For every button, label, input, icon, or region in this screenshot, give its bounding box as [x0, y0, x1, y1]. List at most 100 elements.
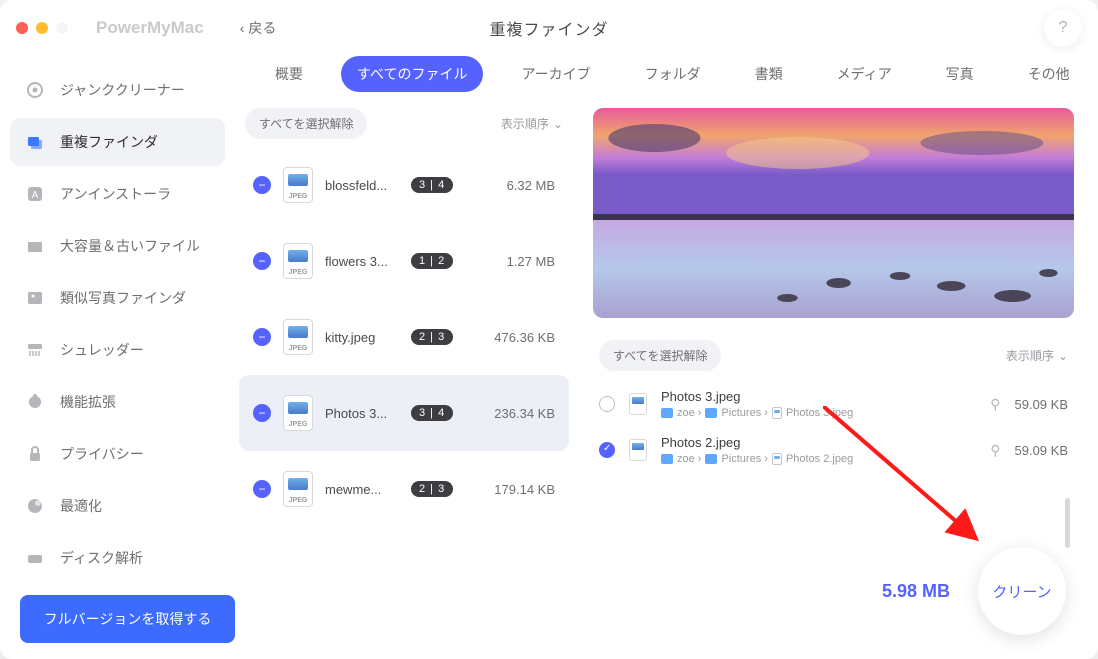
minus-icon[interactable]: −	[253, 480, 271, 498]
sidebar-item-optimize[interactable]: 最適化	[10, 482, 225, 530]
detail-file-size: 59.09 KB	[1015, 443, 1069, 458]
folder-icon	[661, 408, 673, 418]
list-row[interactable]: − JPEG Photos 3... 3 | 4 236.34 KB	[239, 375, 569, 451]
sidebar-item-junk[interactable]: ジャンククリーナー	[10, 66, 225, 114]
scrollbar[interactable]	[1065, 498, 1070, 548]
jpeg-file-icon: JPEG	[283, 167, 313, 203]
app-icon: A	[24, 183, 46, 205]
jpeg-file-icon: JPEG	[283, 471, 313, 507]
file-name: Photos 3...	[325, 406, 399, 421]
sidebar-item-label: プライバシー	[60, 444, 144, 464]
close-window-button[interactable]	[16, 22, 28, 34]
tab-archives[interactable]: アーカイブ	[505, 56, 606, 92]
tab-media[interactable]: メディア	[821, 56, 908, 92]
minimize-window-button[interactable]	[36, 22, 48, 34]
file-name: blossfeld...	[325, 178, 399, 193]
checkbox[interactable]	[599, 396, 615, 412]
tab-folders[interactable]: フォルダ	[629, 56, 717, 92]
sidebar-item-label: ジャンククリーナー	[60, 80, 185, 100]
sidebar-item-label: 重複ファインダ	[60, 132, 158, 152]
tab-all-files[interactable]: すべてのファイル	[341, 56, 483, 92]
jpeg-file-icon: JPEG	[283, 319, 313, 355]
sidebar-item-privacy[interactable]: プライバシー	[10, 430, 225, 478]
jpeg-file-icon	[629, 393, 647, 415]
minus-icon[interactable]: −	[253, 176, 271, 194]
minus-icon[interactable]: −	[253, 404, 271, 422]
chevron-down-icon: ⌄	[553, 117, 563, 131]
minus-icon[interactable]: −	[253, 328, 271, 346]
file-name: mewme...	[325, 482, 399, 497]
folder-icon	[705, 408, 717, 418]
minus-icon[interactable]: −	[253, 252, 271, 270]
total-selected-size: 5.98 MB	[882, 581, 950, 602]
checkbox[interactable]	[599, 442, 615, 458]
traffic-lights	[16, 22, 68, 34]
tab-overview[interactable]: 概要	[259, 56, 319, 92]
detail-sort-dropdown[interactable]: 表示順序 ⌄	[1006, 347, 1068, 364]
magnifier-icon[interactable]: ⚲	[990, 396, 1000, 413]
magnifier-icon[interactable]: ⚲	[990, 442, 1000, 459]
sidebar-item-similar-photos[interactable]: 類似写真ファインダ	[10, 274, 225, 322]
detail-row[interactable]: Photos 3.jpeg zoe › Pictures › Photos 3.…	[593, 381, 1074, 427]
count-badge: 2 | 3	[411, 481, 453, 497]
file-size: 179.14 KB	[494, 482, 555, 497]
detail-file-name: Photos 2.jpeg	[661, 435, 970, 450]
sort-dropdown[interactable]: 表示順序 ⌄	[501, 115, 563, 132]
sidebar-item-large-files[interactable]: 大容量＆古いファイル	[10, 222, 225, 270]
svg-text:A: A	[32, 190, 39, 201]
gear-icon	[24, 79, 46, 101]
sidebar: ジャンククリーナー 重複ファインダ A アンインストーラ 大容量＆古いファイル …	[0, 56, 235, 659]
box-icon	[24, 235, 46, 257]
puzzle-icon	[24, 391, 46, 413]
list-row[interactable]: − JPEG flowers 3... 1 | 2 1.27 MB	[239, 223, 569, 299]
sidebar-item-disk[interactable]: ディスク解析	[10, 534, 225, 582]
detail-row[interactable]: Photos 2.jpeg zoe › Pictures › Photos 2.…	[593, 427, 1074, 473]
file-name: kitty.jpeg	[325, 330, 399, 345]
count-badge: 1 | 2	[411, 253, 453, 269]
tab-documents[interactable]: 書類	[739, 56, 799, 92]
folder-icon	[705, 454, 717, 464]
image-preview	[593, 108, 1074, 318]
list-row[interactable]: − JPEG mewme... 2 | 3 179.14 KB	[239, 451, 569, 527]
list-row[interactable]: − JPEG kitty.jpeg 2 | 3 476.36 KB	[239, 299, 569, 375]
file-size: 6.32 MB	[507, 178, 555, 193]
tab-photos[interactable]: 写真	[930, 56, 990, 92]
zoom-window-button[interactable]	[56, 22, 68, 34]
app-title: PowerMyMac	[96, 18, 204, 38]
sidebar-item-uninstall[interactable]: A アンインストーラ	[10, 170, 225, 218]
clean-button[interactable]: クリーン	[978, 547, 1066, 635]
count-badge: 2 | 3	[411, 329, 453, 345]
globe-icon	[24, 495, 46, 517]
sidebar-item-shredder[interactable]: シュレッダー	[10, 326, 225, 374]
tab-other[interactable]: その他	[1012, 56, 1086, 92]
jpeg-file-icon	[629, 439, 647, 461]
upgrade-button[interactable]: フルバージョンを取得する	[20, 595, 235, 643]
sidebar-item-extensions[interactable]: 機能拡張	[10, 378, 225, 426]
lock-icon	[24, 443, 46, 465]
sort-label: 表示順序	[1006, 347, 1054, 364]
detail-file-name: Photos 3.jpeg	[661, 389, 970, 404]
file-icon	[772, 453, 782, 465]
page-title: 重複ファインダ	[489, 16, 608, 40]
count-badge: 3 | 4	[411, 177, 453, 193]
deselect-all-button[interactable]: すべてを選択解除	[245, 108, 367, 139]
list-row[interactable]: − JPEG blossfeld... 3 | 4 6.32 MB	[239, 147, 569, 223]
sidebar-item-label: 類似写真ファインダ	[60, 288, 186, 308]
detail-panel: すべてを選択解除 表示順序 ⌄ Photos 3.jpeg zoe › Pict…	[593, 108, 1074, 643]
help-button[interactable]: ?	[1044, 9, 1082, 47]
chevron-down-icon: ⌄	[1058, 349, 1068, 363]
file-path: zoe › Pictures › Photos 2.jpeg	[661, 453, 970, 465]
chevron-left-icon: ‹	[240, 20, 245, 36]
file-size: 476.36 KB	[494, 330, 555, 345]
sidebar-item-duplicate[interactable]: 重複ファインダ	[10, 118, 225, 166]
sidebar-item-label: アンインストーラ	[60, 184, 171, 204]
sidebar-item-label: シュレッダー	[60, 340, 144, 360]
file-size: 236.34 KB	[494, 406, 555, 421]
file-path: zoe › Pictures › Photos 3.jpeg	[661, 407, 970, 419]
sidebar-item-label: 最適化	[60, 496, 102, 516]
disk-icon	[24, 547, 46, 569]
detail-deselect-all-button[interactable]: すべてを選択解除	[599, 340, 721, 371]
folder-icon	[661, 454, 673, 464]
back-button[interactable]: ‹ 戻る	[240, 18, 277, 38]
shredder-icon	[24, 339, 46, 361]
